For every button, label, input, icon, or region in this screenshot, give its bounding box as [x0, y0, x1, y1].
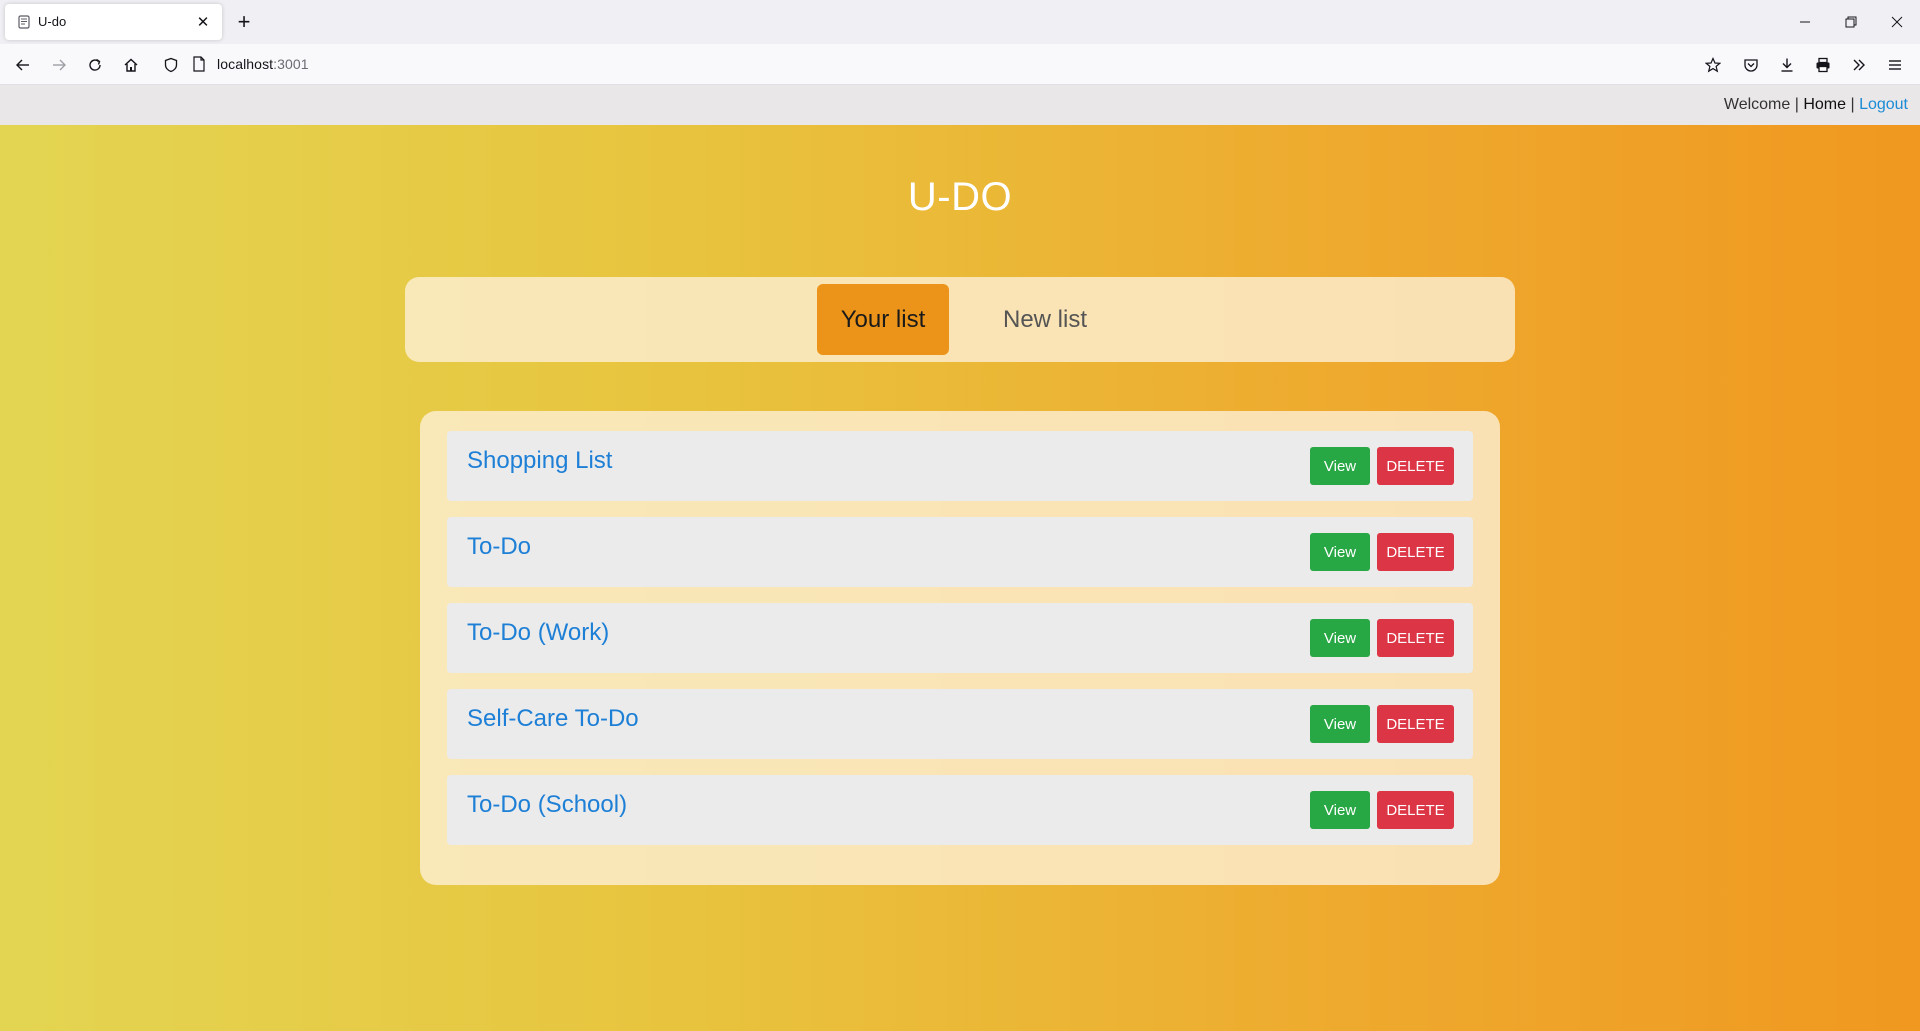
view-button[interactable]: View — [1310, 791, 1370, 829]
delete-button[interactable]: DELETE — [1377, 791, 1454, 829]
view-button[interactable]: View — [1310, 619, 1370, 657]
delete-button[interactable]: DELETE — [1377, 619, 1454, 657]
delete-button[interactable]: DELETE — [1377, 447, 1454, 485]
nav-separator: | — [1790, 96, 1804, 113]
list-item: Shopping List View DELETE — [447, 431, 1473, 501]
lists-panel: Shopping List View DELETE To-Do View DEL… — [420, 411, 1500, 885]
print-icon[interactable] — [1808, 50, 1838, 80]
url-bar[interactable]: localhost:3001 — [190, 49, 1730, 79]
list-item: Self-Care To-Do View DELETE — [447, 689, 1473, 759]
browser-nav-bar: localhost:3001 — [0, 44, 1920, 85]
delete-button[interactable]: DELETE — [1377, 705, 1454, 743]
welcome-text: Welcome — [1723, 96, 1791, 113]
minimize-icon[interactable] — [1782, 0, 1828, 44]
home-link[interactable]: Home — [1803, 96, 1846, 114]
list-item: To-Do (Work) View DELETE — [447, 603, 1473, 673]
list-name-link[interactable]: Shopping List — [467, 447, 612, 475]
tabs-panel: Your list New list — [405, 277, 1515, 362]
url-text: localhost:3001 — [217, 56, 309, 72]
page-body: Welcome | Home | Logout U-DO Your list N… — [0, 85, 1920, 1031]
list-item: To-Do View DELETE — [447, 517, 1473, 587]
browser-tab[interactable]: U-do ✕ — [5, 4, 222, 40]
back-icon[interactable] — [8, 50, 38, 80]
browser-tab-title: U-do — [38, 14, 67, 29]
reload-icon[interactable] — [80, 50, 110, 80]
list-name-link[interactable]: Self-Care To-Do — [467, 705, 639, 733]
restore-icon[interactable] — [1828, 0, 1874, 44]
logout-link[interactable]: Logout — [1859, 96, 1908, 114]
browser-tab-bar: U-do ✕ + — [0, 0, 1920, 44]
page-title: U-DO — [907, 175, 1013, 219]
list-name-link[interactable]: To-Do (Work) — [467, 619, 609, 647]
nav-separator: | — [1846, 96, 1860, 113]
bookmark-star-icon[interactable] — [1698, 50, 1728, 80]
new-tab-icon[interactable]: + — [230, 8, 258, 36]
close-window-icon[interactable] — [1874, 0, 1920, 44]
view-button[interactable]: View — [1310, 533, 1370, 571]
url-host: localhost — [217, 56, 274, 72]
view-button[interactable]: View — [1310, 447, 1370, 485]
page-icon — [18, 15, 30, 29]
url-port: :3001 — [273, 56, 309, 72]
download-icon[interactable] — [1772, 50, 1802, 80]
tab-new-list[interactable]: New list — [980, 284, 1110, 355]
home-icon[interactable] — [116, 50, 146, 80]
menu-icon[interactable] — [1880, 50, 1910, 80]
list-item: To-Do (School) View DELETE — [447, 775, 1473, 845]
page-info-icon — [193, 56, 205, 72]
shield-icon[interactable] — [156, 50, 186, 80]
forward-icon[interactable] — [44, 50, 74, 80]
overflow-chevron-icon[interactable] — [1844, 50, 1874, 80]
view-button[interactable]: View — [1310, 705, 1370, 743]
top-nav: Welcome | Home | Logout — [0, 85, 1920, 125]
tab-your-list[interactable]: Your list — [817, 284, 949, 355]
list-name-link[interactable]: To-Do — [467, 533, 531, 561]
delete-button[interactable]: DELETE — [1377, 533, 1454, 571]
close-tab-icon[interactable]: ✕ — [192, 11, 214, 33]
pocket-icon[interactable] — [1736, 50, 1766, 80]
list-name-link[interactable]: To-Do (School) — [467, 791, 627, 819]
